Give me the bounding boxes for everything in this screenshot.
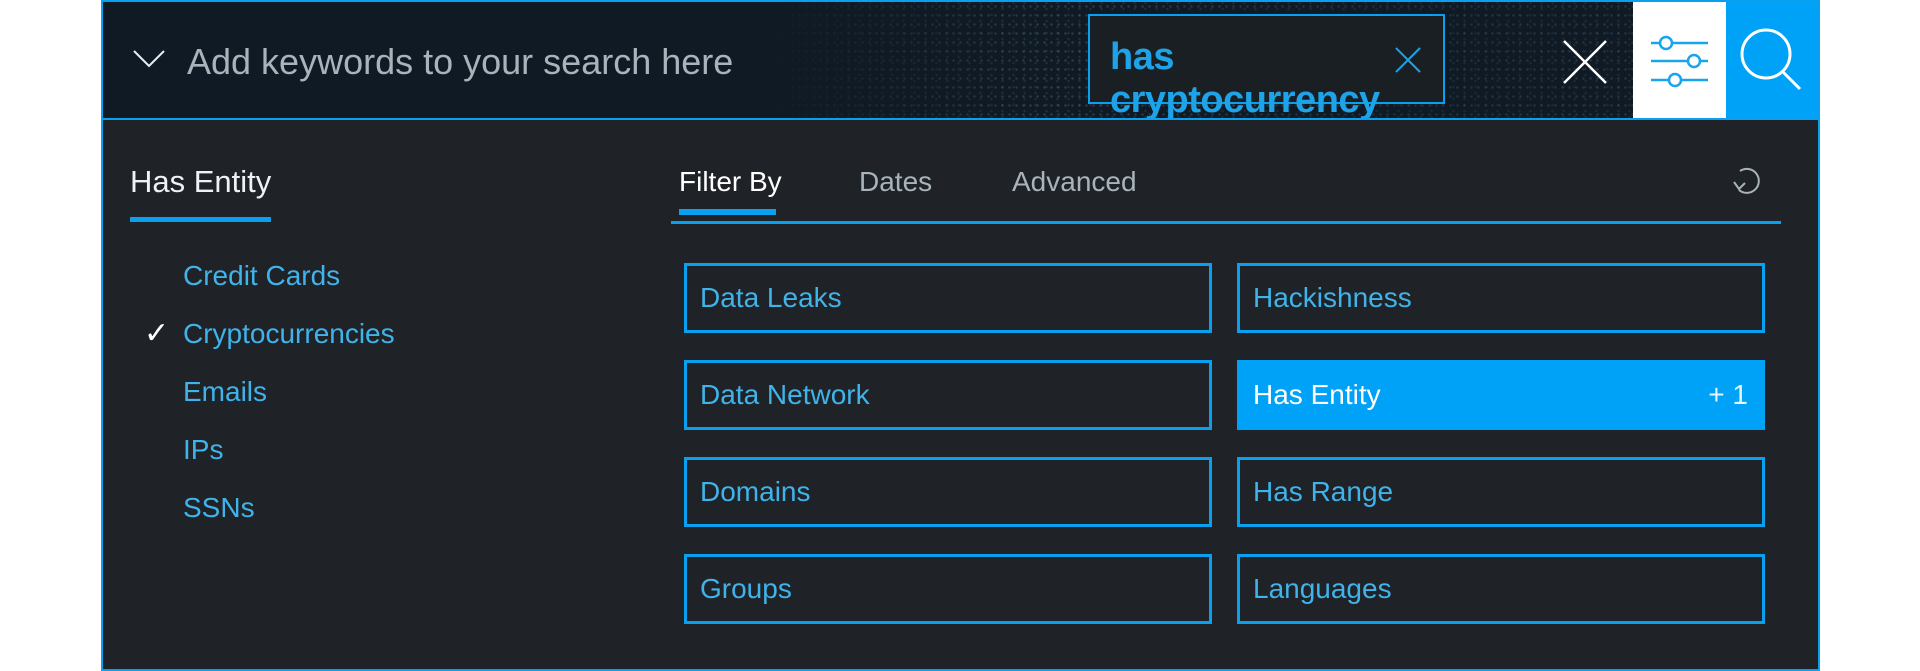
active-filter-chip[interactable]: has cryptocurrency	[1088, 14, 1445, 118]
search-icon	[1740, 28, 1802, 91]
filter-hackishness[interactable]: Hackishness	[1237, 263, 1765, 333]
filter-data-leaks[interactable]: Data Leaks	[684, 263, 1212, 333]
tab-dates[interactable]: Dates	[859, 166, 932, 198]
entity-panel-underline	[130, 217, 271, 222]
filter-groups[interactable]: Groups	[684, 554, 1212, 624]
search-panel: has cryptocurrency	[101, 0, 1820, 671]
filter-has-range[interactable]: Has Range	[1237, 457, 1765, 527]
chevron-down-icon[interactable]	[131, 46, 167, 70]
tab-advanced[interactable]: Advanced	[1012, 166, 1137, 198]
active-tab-indicator	[679, 209, 776, 215]
search-bar: has cryptocurrency	[103, 2, 1818, 120]
close-icon[interactable]	[1393, 45, 1423, 75]
entity-label: Cryptocurrencies	[183, 318, 395, 349]
entity-label: Emails	[183, 376, 268, 407]
filter-tabs: Filter By Dates Advanced	[671, 166, 1781, 224]
checkmark-icon: ✓	[144, 316, 170, 351]
tabs-divider	[671, 221, 1781, 224]
filter-languages[interactable]: Languages	[1237, 554, 1765, 624]
entity-label: Credit Cards	[183, 260, 341, 291]
search-button[interactable]	[1726, 2, 1818, 118]
filter-count-badge: + 1	[1708, 379, 1748, 410]
entity-panel-title: Has Entity	[130, 164, 272, 199]
clear-search-icon[interactable]	[1561, 38, 1609, 86]
filter-label: Has Range	[1253, 476, 1394, 507]
entity-label: SSNs	[183, 492, 255, 523]
filter-label: Data Network	[700, 379, 870, 410]
filter-domains[interactable]: Domains	[684, 457, 1212, 527]
filter-label: Languages	[1253, 573, 1392, 604]
filter-label: Groups	[700, 573, 792, 604]
tab-filter-by[interactable]: Filter By	[679, 166, 782, 198]
filter-has-entity[interactable]: Has Entity + 1	[1237, 360, 1765, 430]
filter-label: Hackishness	[1253, 282, 1412, 313]
filter-label: Data Leaks	[700, 282, 842, 313]
filter-label: Has Entity	[1253, 379, 1381, 410]
filter-data-network[interactable]: Data Network	[684, 360, 1212, 430]
filter-label: Domains	[700, 476, 811, 507]
search-input[interactable]	[185, 30, 869, 94]
filter-toggle-button[interactable]	[1633, 2, 1726, 118]
entity-label: IPs	[183, 434, 224, 465]
reset-icon[interactable]	[1726, 162, 1766, 202]
sliders-icon	[1651, 35, 1708, 88]
